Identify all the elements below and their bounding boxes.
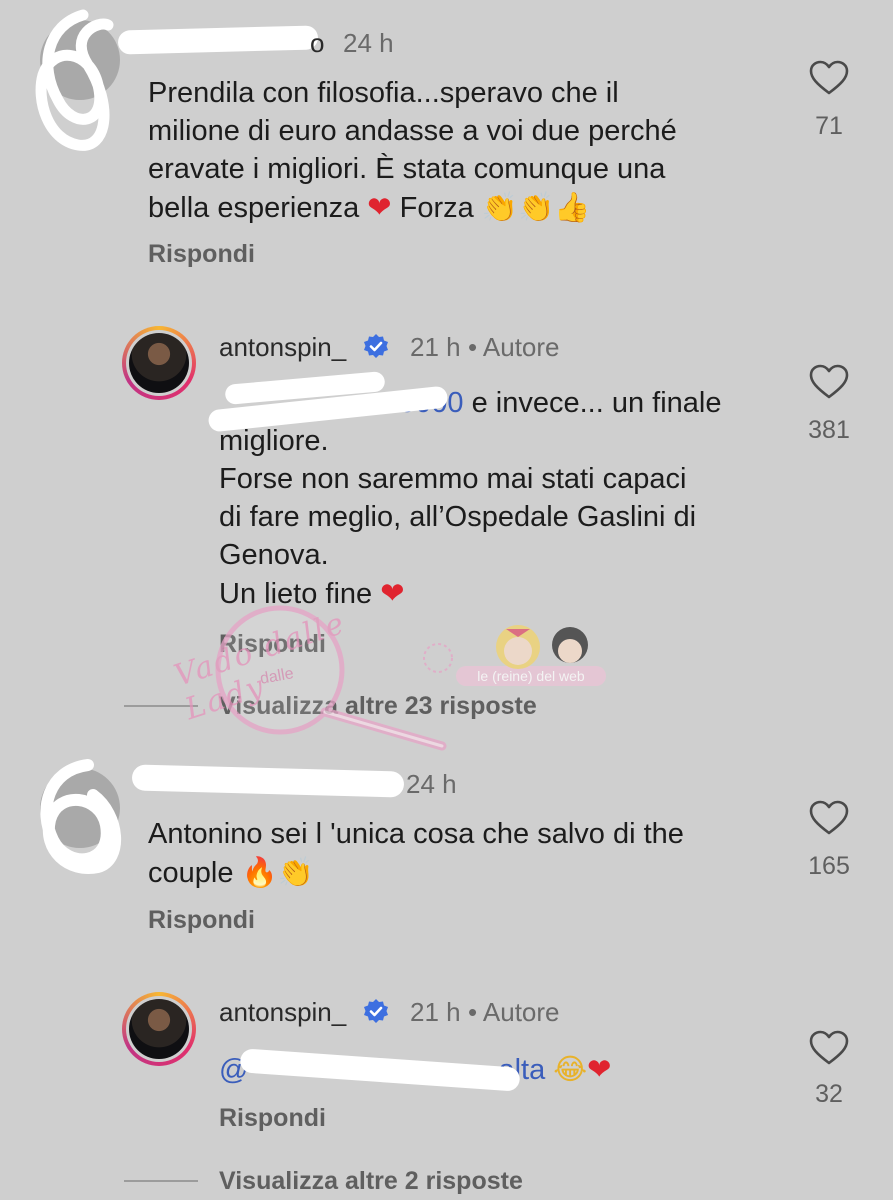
redacted-username [117,25,319,55]
comment-time: 24 h [343,28,394,58]
heart-outline-icon[interactable] [809,1030,849,1066]
comment-time: 21 h [410,332,461,362]
author-tag: • Autore [468,332,560,362]
comment-time: 24 h [406,769,457,799]
username-tail: o [310,28,325,58]
comment-time: 21 h [410,997,461,1027]
paw-prints-icon [423,643,453,673]
like-count: 381 [808,416,850,444]
cartoon-characters-icon [496,625,588,669]
like-count: 71 [815,112,843,140]
reply-button[interactable]: Rispondi [219,1104,326,1133]
author-tag: • Autore [468,997,560,1027]
verified-badge-icon [364,334,388,358]
like-count: 32 [815,1080,843,1108]
heart-outline-icon[interactable] [809,364,849,400]
redacted-username [131,764,405,798]
red-heart-emoji: ❤ [367,190,392,224]
clapping-hands-emoji: 👏👏 [481,190,555,224]
red-heart-emoji: ❤ [587,1052,612,1086]
view-more-replies-button[interactable]: Visualizza altre 2 risposte [219,1167,523,1196]
reply-button[interactable]: Rispondi [148,906,255,935]
heart-outline-icon[interactable] [809,60,849,96]
avatar[interactable] [122,326,196,400]
thumbs-up-emoji: 👍 [554,190,591,224]
fire-emoji: 🔥 [241,855,278,889]
like-count: 165 [808,852,850,880]
username[interactable]: antonspin_ [219,997,346,1028]
clapping-hands-emoji: 👏 [277,855,314,889]
reply-button[interactable]: Rispondi [148,240,255,269]
tears-of-joy-emoji: 😂 [553,1052,588,1086]
divider-line [124,1180,198,1182]
avatar[interactable] [122,992,196,1066]
username[interactable]: antonspin_ [219,332,346,363]
redaction-scribble [35,9,114,151]
redaction-scribble [40,759,122,874]
comment-text: Antonino sei l 'unica cosa che salvo di … [148,818,684,889]
heart-outline-icon[interactable] [809,800,849,836]
verified-badge-icon [364,999,388,1023]
comment-text: Prendila con filosofia...speravo che il … [148,77,677,224]
